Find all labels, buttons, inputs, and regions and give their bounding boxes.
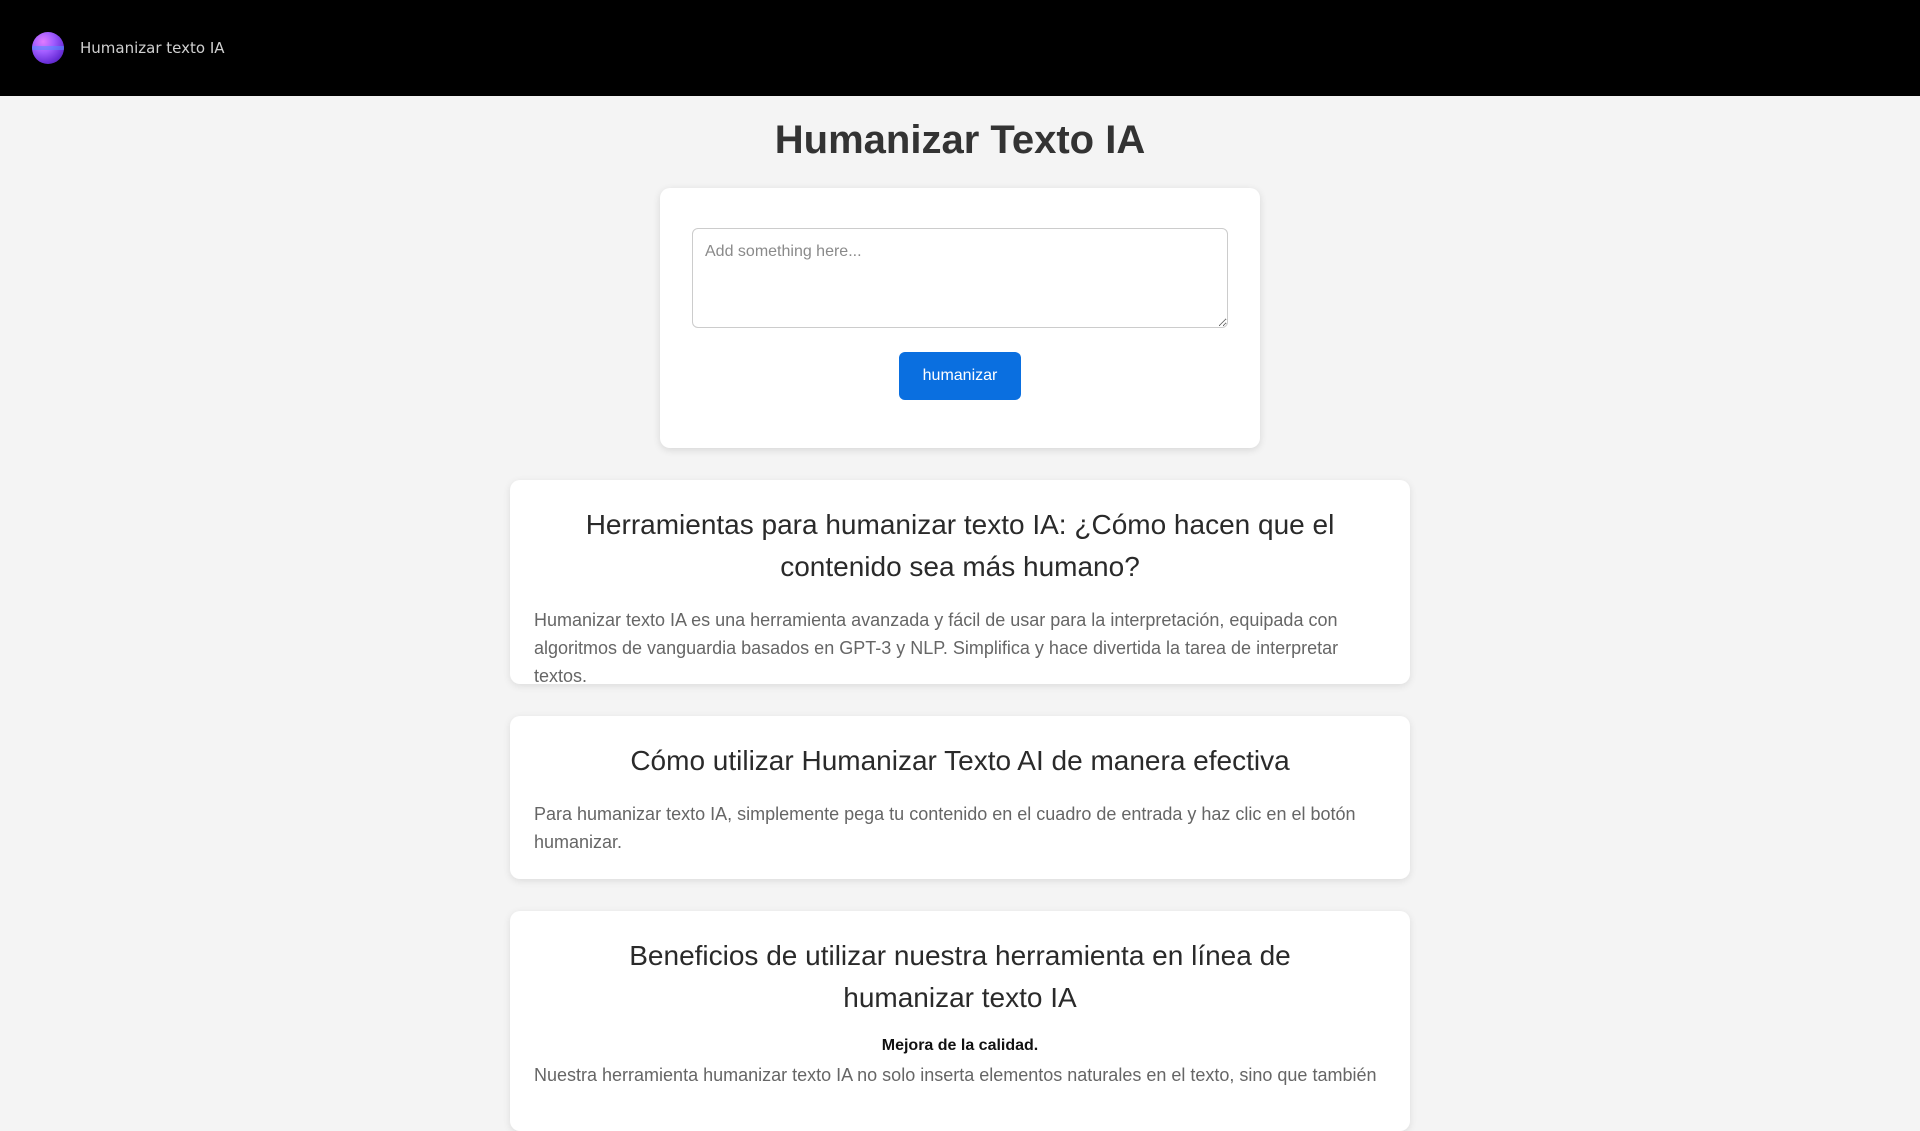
- section-title: Beneficios de utilizar nuestra herramien…: [629, 940, 1291, 1013]
- humanize-button[interactable]: humanizar: [899, 352, 1021, 400]
- brand-name-link[interactable]: Humanizar texto IA: [80, 39, 225, 57]
- text-input-area[interactable]: [692, 228, 1228, 328]
- top-navbar: Humanizar texto IA: [0, 0, 1920, 96]
- info-section-tools: Herramientas para humanizar texto IA: ¿C…: [510, 480, 1410, 686]
- section-title: Cómo utilizar Humanizar Texto AI de mane…: [630, 745, 1290, 776]
- info-section-usage: Cómo utilizar Humanizar Texto AI de mane…: [510, 716, 1410, 879]
- page-title: Humanizar Texto IA: [774, 118, 1146, 162]
- section-subtitle: Mejora de la calidad.: [881, 1037, 1039, 1054]
- brand-logo-icon[interactable]: [32, 32, 64, 64]
- section-body: Para humanizar texto IA, simplemente peg…: [534, 804, 1356, 852]
- section-body: Humanizar texto IA es una herramienta av…: [534, 610, 1339, 686]
- section-title: Herramientas para humanizar texto IA: ¿C…: [585, 509, 1335, 582]
- humanize-form-card: humanizar: [660, 188, 1260, 448]
- info-section-benefits: Beneficios de utilizar nuestra herramien…: [510, 911, 1410, 1131]
- section-body: Nuestra herramienta humanizar texto IA n…: [534, 1065, 1377, 1085]
